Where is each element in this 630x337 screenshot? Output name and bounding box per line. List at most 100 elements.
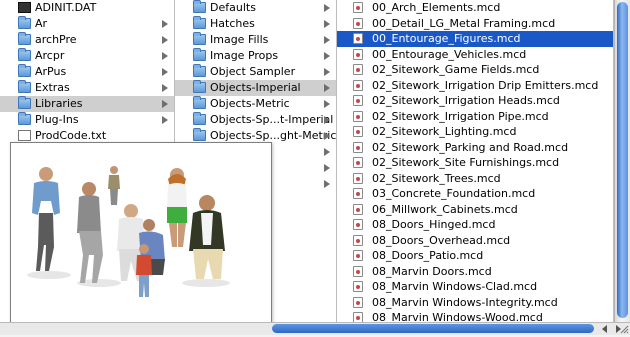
folder-icon: [18, 32, 31, 45]
item-label: 08_Marvin Windows-Clad.mcd: [372, 280, 538, 293]
vertical-scroll-thumb[interactable]: [617, 2, 628, 318]
column-objects-imperial[interactable]: 00_Arch_Elements.mcd 00_Detail_LG_Metal F…: [337, 0, 614, 322]
disclosure-arrow-icon: [324, 20, 330, 28]
folder-icon: [18, 16, 31, 29]
browser-list-item[interactable]: Defaults: [175, 0, 336, 16]
browser-list-item[interactable]: Arcpr: [0, 48, 174, 64]
item-label: 08_Marvin Windows-Integrity.mcd: [372, 295, 558, 309]
item-label: 02_Sitework_Irrigation Pipe.mcd: [372, 109, 549, 123]
item-label: 00_Entourage_Figures.mcd: [372, 32, 521, 45]
disclosure-arrow-icon: [324, 180, 330, 188]
browser-list-item[interactable]: Extras: [0, 80, 174, 96]
disclosure-arrow-icon: [324, 164, 330, 172]
item-label: Arcpr: [35, 49, 65, 62]
file-list-item[interactable]: 03_Concrete_Foundation.mcd: [337, 186, 613, 202]
browser-list-item[interactable]: Plug-Ins: [0, 112, 174, 128]
item-label: 03_Concrete_Foundation.mcd: [372, 187, 536, 200]
vectorworks-file-icon: [353, 110, 363, 122]
document-icon: [18, 130, 31, 141]
file-list-item[interactable]: 02_Sitework_Parking and Road.mcd: [337, 140, 613, 156]
scroll-left-arrow-icon[interactable]: [600, 324, 608, 333]
file-list-item[interactable]: 00_Entourage_Figures.mcd: [337, 31, 613, 47]
item-label: Defaults: [210, 1, 256, 14]
file-list-item[interactable]: 08_Marvin Windows-Clad.mcd: [337, 279, 613, 295]
item-label: Extras: [35, 81, 70, 94]
item-label: Objects-Sp...t-Imperial: [210, 113, 334, 126]
disclosure-arrow-icon: [324, 148, 330, 156]
file-list-item[interactable]: 08_Doors_Hinged.mcd: [337, 217, 613, 233]
item-label: 02_Sitework_Trees.mcd: [372, 171, 501, 185]
vectorworks-file-icon: [353, 188, 363, 199]
file-list-item[interactable]: 02_Sitework_Trees.mcd: [337, 171, 613, 187]
folder-icon: [193, 16, 206, 29]
disclosure-arrow-icon: [324, 100, 330, 108]
item-label: 00_Entourage_Vehicles.mcd: [372, 47, 527, 61]
folder-icon: [193, 112, 206, 125]
vectorworks-file-icon: [353, 126, 363, 137]
file-list-item[interactable]: 08_Doors_Overhead.mcd: [337, 233, 613, 249]
folder-icon: [18, 112, 31, 125]
file-list-item[interactable]: 00_Entourage_Vehicles.mcd: [337, 47, 613, 63]
vectorworks-file-icon: [353, 79, 363, 91]
item-label: Object Sampler: [210, 65, 296, 78]
browser-list-item[interactable]: ArPus: [0, 64, 174, 80]
browser-list-item[interactable]: Libraries: [0, 96, 174, 112]
browser-list-item[interactable]: Ar: [0, 16, 174, 32]
vectorworks-file-icon: [353, 312, 363, 322]
browser-list-item[interactable]: Object Sampler: [175, 64, 336, 80]
browser-list-item[interactable]: Objects-Imperial: [175, 80, 336, 96]
file-list-item[interactable]: 08_Marvin Doors.mcd: [337, 264, 613, 280]
vectorworks-file-icon: [353, 234, 363, 246]
file-list-item[interactable]: 00_Detail_LG_Metal Framing.mcd: [337, 16, 613, 32]
item-label: 02_Sitework_Lighting.mcd: [372, 125, 517, 138]
file-list-item[interactable]: 08_Doors_Patio.mcd: [337, 248, 613, 264]
file-list-item[interactable]: 02_Sitework_Irrigation Drip Emitters.mcd: [337, 78, 613, 94]
file-list-item[interactable]: 00_Arch_Elements.mcd: [337, 0, 613, 16]
item-label: 02_Sitework_Site Furnishings.mcd: [372, 156, 560, 169]
vectorworks-file-icon: [353, 219, 363, 230]
file-list-item[interactable]: 02_Sitework_Lighting.mcd: [337, 124, 613, 140]
disclosure-arrow-icon: [162, 116, 168, 124]
item-label: 08_Marvin Windows-Wood.mcd: [372, 311, 543, 322]
vectorworks-file-icon: [353, 157, 363, 168]
item-label: 08_Doors_Overhead.mcd: [372, 233, 511, 247]
file-list-item[interactable]: 02_Sitework_Site Furnishings.mcd: [337, 155, 613, 171]
file-list-item[interactable]: 08_Marvin Windows-Wood.mcd: [337, 310, 613, 322]
vectorworks-file-icon: [353, 64, 363, 75]
vectorworks-file-icon: [353, 203, 363, 215]
disclosure-arrow-icon: [162, 36, 168, 44]
vertical-scrollbar[interactable]: [614, 0, 630, 322]
horizontal-scrollbar[interactable]: [0, 322, 630, 335]
horizontal-scroll-thumb[interactable]: [272, 324, 594, 333]
browser-list-item[interactable]: ADINIT.DAT: [0, 0, 174, 16]
browser-list-item[interactable]: Image Props: [175, 48, 336, 64]
browser-list-item[interactable]: Image Fills: [175, 32, 336, 48]
resize-grip-icon[interactable]: [620, 324, 629, 334]
browser-list-item[interactable]: archPre: [0, 32, 174, 48]
browser-list-item[interactable]: Objects-Sp...t-Imperial: [175, 112, 336, 128]
browser-list-item[interactable]: Objects-Metric: [175, 96, 336, 112]
item-label: Objects-Metric: [210, 97, 290, 110]
file-list-item[interactable]: 02_Sitework_Irrigation Pipe.mcd: [337, 109, 613, 125]
folder-icon: [193, 48, 206, 61]
file-list-item[interactable]: 02_Sitework_Game Fields.mcd: [337, 62, 613, 78]
item-label: 08_Marvin Doors.mcd: [372, 264, 492, 278]
item-label: 02_Sitework_Game Fields.mcd: [372, 63, 540, 76]
folder-icon: [193, 0, 206, 13]
file-list-item[interactable]: 06_Millwork_Cabinets.mcd: [337, 202, 613, 218]
item-label: Image Props: [210, 49, 279, 62]
file-list-item[interactable]: 02_Sitework_Irrigation Heads.mcd: [337, 93, 613, 109]
disclosure-arrow-icon: [162, 84, 168, 92]
vectorworks-file-icon: [353, 95, 363, 106]
disclosure-arrow-icon: [162, 100, 168, 108]
item-label: 02_Sitework_Irrigation Drip Emitters.mcd: [372, 78, 599, 92]
browser-list-item[interactable]: Hatches: [175, 16, 336, 32]
item-label: ArPus: [35, 65, 67, 78]
item-label: ADINIT.DAT: [35, 1, 97, 14]
disclosure-arrow-icon: [324, 116, 330, 124]
vectorworks-file-icon: [353, 281, 363, 292]
disclosure-arrow-icon: [324, 68, 330, 76]
file-list-item[interactable]: 08_Marvin Windows-Integrity.mcd: [337, 295, 613, 311]
vectorworks-file-icon: [353, 48, 363, 60]
folder-icon: [18, 96, 31, 109]
